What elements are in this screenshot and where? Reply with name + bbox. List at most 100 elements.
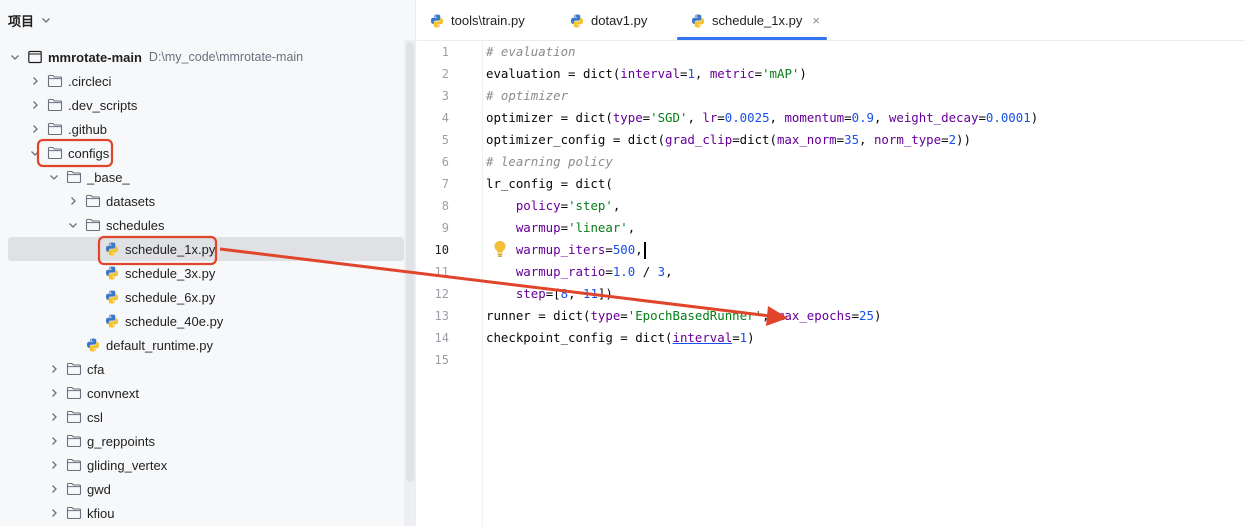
tree-item-label: schedules bbox=[106, 217, 165, 233]
line-number: 9 bbox=[441, 221, 449, 235]
tab-label: tools\train.py bbox=[451, 13, 525, 28]
chevron-right-icon[interactable] bbox=[28, 122, 42, 136]
tree-folder-gliding-vertex[interactable]: gliding_vertex bbox=[0, 453, 415, 477]
tree-item-label: .github bbox=[68, 121, 108, 137]
tree-item-label: .circleci bbox=[68, 73, 112, 89]
line-number: 8 bbox=[441, 199, 449, 213]
tree-file-schedule-1x[interactable]: schedule_1x.py bbox=[8, 237, 404, 261]
line-number: 1 bbox=[441, 45, 449, 59]
tree-folder-cfa[interactable]: cfa bbox=[0, 357, 415, 381]
scrollbar-thumb[interactable] bbox=[406, 42, 414, 482]
line-number: 5 bbox=[441, 133, 449, 147]
code-line[interactable]: lr_config = dict( bbox=[486, 173, 613, 195]
tree-file-schedule-6x[interactable]: schedule_6x.py bbox=[0, 285, 415, 309]
chevron-down-icon[interactable] bbox=[28, 146, 42, 160]
tree-folder-schedules[interactable]: schedules bbox=[0, 213, 415, 237]
tree-item-label: _base_ bbox=[87, 169, 130, 185]
code-line[interactable]: warmup='linear', bbox=[486, 217, 635, 239]
chevron-down-icon[interactable] bbox=[40, 14, 52, 26]
tree-item-label: default_runtime.py bbox=[106, 337, 213, 353]
tree-folder-g-reppoints[interactable]: g_reppoints bbox=[0, 429, 415, 453]
chevron-right-icon[interactable] bbox=[47, 482, 61, 496]
tree-root-mmrotate-main[interactable]: mmrotate-main D:\my_code\mmrotate-main bbox=[0, 45, 415, 69]
tree-item-label: gliding_vertex bbox=[87, 457, 168, 473]
editor: tools\train.py dotav1.py schedule_1x.py … bbox=[417, 0, 1245, 526]
tree-item-label: gwd bbox=[87, 481, 111, 497]
tree-folder-csl[interactable]: csl bbox=[0, 405, 415, 429]
tree-item-label: convnext bbox=[87, 385, 140, 401]
panel-title[interactable]: 项目 bbox=[8, 11, 34, 30]
tree-item-path: D:\my_code\mmrotate-main bbox=[148, 50, 304, 64]
tree-item-label: schedule_1x.py bbox=[125, 241, 216, 257]
code-line[interactable]: # optimizer bbox=[486, 85, 568, 107]
python-file-icon bbox=[104, 313, 120, 329]
tree-folder-base[interactable]: _base_ bbox=[0, 165, 415, 189]
line-number: 12 bbox=[434, 287, 449, 301]
tree-file-default-runtime[interactable]: default_runtime.py bbox=[0, 333, 415, 357]
tree-folder-kfiou[interactable]: kfiou bbox=[0, 501, 415, 525]
tree-item-label: configs bbox=[68, 145, 110, 161]
code-line[interactable]: # evaluation bbox=[486, 41, 576, 63]
text-caret bbox=[643, 242, 646, 259]
folder-icon bbox=[66, 409, 82, 425]
tree-file-schedule-40e[interactable]: schedule_40e.py bbox=[0, 309, 415, 333]
chevron-right-icon[interactable] bbox=[47, 410, 61, 424]
tab-dotav1-py[interactable]: dotav1.py bbox=[569, 0, 647, 41]
chevron-right-icon[interactable] bbox=[28, 98, 42, 112]
close-icon[interactable]: × bbox=[812, 13, 820, 28]
line-number: 15 bbox=[434, 353, 449, 367]
folder-icon bbox=[66, 481, 82, 497]
folder-icon bbox=[66, 361, 82, 377]
tree-item-label: kfiou bbox=[87, 505, 115, 521]
tree-folder-datasets[interactable]: datasets bbox=[0, 189, 415, 213]
code-line[interactable]: step=[8, 11]) bbox=[486, 283, 613, 305]
python-file-icon bbox=[104, 289, 120, 305]
folder-icon bbox=[47, 97, 63, 113]
chevron-right-icon[interactable] bbox=[66, 194, 80, 208]
tree-folder-gwd[interactable]: gwd bbox=[0, 477, 415, 501]
line-number: 14 bbox=[434, 331, 449, 345]
line-number: 10 bbox=[434, 243, 449, 257]
tab-schedule-1x-py[interactable]: schedule_1x.py × bbox=[690, 0, 820, 41]
project-folder-icon bbox=[27, 49, 43, 65]
code-line[interactable]: checkpoint_config = dict(interval=1) bbox=[486, 327, 755, 349]
tab-bar: tools\train.py dotav1.py schedule_1x.py … bbox=[417, 0, 1245, 41]
tree-item-label: cfa bbox=[87, 361, 105, 377]
chevron-down-icon[interactable] bbox=[47, 170, 61, 184]
code-line[interactable]: policy='step', bbox=[486, 195, 620, 217]
code-line[interactable]: evaluation = dict(interval=1, metric='mA… bbox=[486, 63, 807, 85]
tree-folder-circleci[interactable]: .circleci bbox=[0, 69, 415, 93]
tree-folder-configs[interactable]: configs bbox=[0, 141, 415, 165]
chevron-right-icon[interactable] bbox=[28, 74, 42, 88]
folder-icon bbox=[66, 457, 82, 473]
code-line[interactable]: optimizer_config = dict(grad_clip=dict(m… bbox=[486, 129, 971, 151]
line-number-gutter: 1 2 3 4 5 6 7 8 9 10 11 12 13 14 15 bbox=[417, 41, 483, 526]
code-line[interactable]: # learning policy bbox=[486, 151, 613, 173]
tree-folder-dev-scripts[interactable]: .dev_scripts bbox=[0, 93, 415, 117]
chevron-right-icon[interactable] bbox=[47, 434, 61, 448]
chevron-right-icon[interactable] bbox=[47, 386, 61, 400]
code-line[interactable]: runner = dict(type='EpochBasedRunner', m… bbox=[486, 305, 881, 327]
folder-icon bbox=[66, 505, 82, 521]
tree-item-label: g_reppoints bbox=[87, 433, 155, 449]
tree-folder-convnext[interactable]: convnext bbox=[0, 381, 415, 405]
code-line[interactable]: warmup_iters=500, bbox=[486, 239, 646, 261]
chevron-down-icon[interactable] bbox=[8, 50, 22, 64]
tree-file-schedule-3x[interactable]: schedule_3x.py bbox=[0, 261, 415, 285]
code-line[interactable]: optimizer = dict(type='SGD', lr=0.0025, … bbox=[486, 107, 1038, 129]
chevron-down-icon[interactable] bbox=[66, 218, 80, 232]
chevron-right-icon[interactable] bbox=[47, 458, 61, 472]
line-number: 4 bbox=[441, 111, 449, 125]
tree-item-label: mmrotate-main bbox=[48, 49, 142, 65]
tab-train-py[interactable]: tools\train.py bbox=[429, 0, 525, 41]
tree-item-label: schedule_3x.py bbox=[125, 265, 216, 281]
line-number: 3 bbox=[441, 89, 449, 103]
tree-folder-github[interactable]: .github bbox=[0, 117, 415, 141]
tree-item-label: datasets bbox=[106, 193, 156, 209]
code-line[interactable]: warmup_ratio=1.0 / 3, bbox=[486, 261, 673, 283]
python-file-icon bbox=[85, 337, 101, 353]
active-tab-indicator bbox=[677, 37, 827, 40]
chevron-right-icon[interactable] bbox=[47, 362, 61, 376]
python-file-icon bbox=[104, 241, 120, 257]
chevron-right-icon[interactable] bbox=[47, 506, 61, 520]
